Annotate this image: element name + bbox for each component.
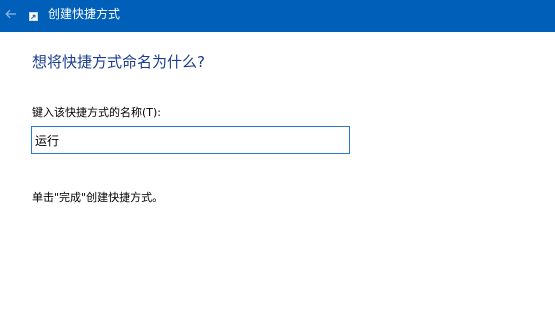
shortcut-icon <box>29 12 38 21</box>
shortcut-name-input[interactable] <box>31 126 350 154</box>
page-title: 想将快捷方式命名为什么? <box>32 53 205 71</box>
title-bar: 创建快捷方式 <box>0 0 555 32</box>
finish-hint: 单击"完成"创建快捷方式。 <box>32 191 164 204</box>
shortcut-name-label: 键入该快捷方式的名称(T): <box>32 106 162 119</box>
back-arrow-icon <box>5 9 16 19</box>
window-title: 创建快捷方式 <box>48 7 121 21</box>
back-button[interactable] <box>0 0 22 28</box>
create-shortcut-window: 创建快捷方式 想将快捷方式命名为什么? 键入该快捷方式的名称(T): 单击"完成… <box>0 0 555 327</box>
